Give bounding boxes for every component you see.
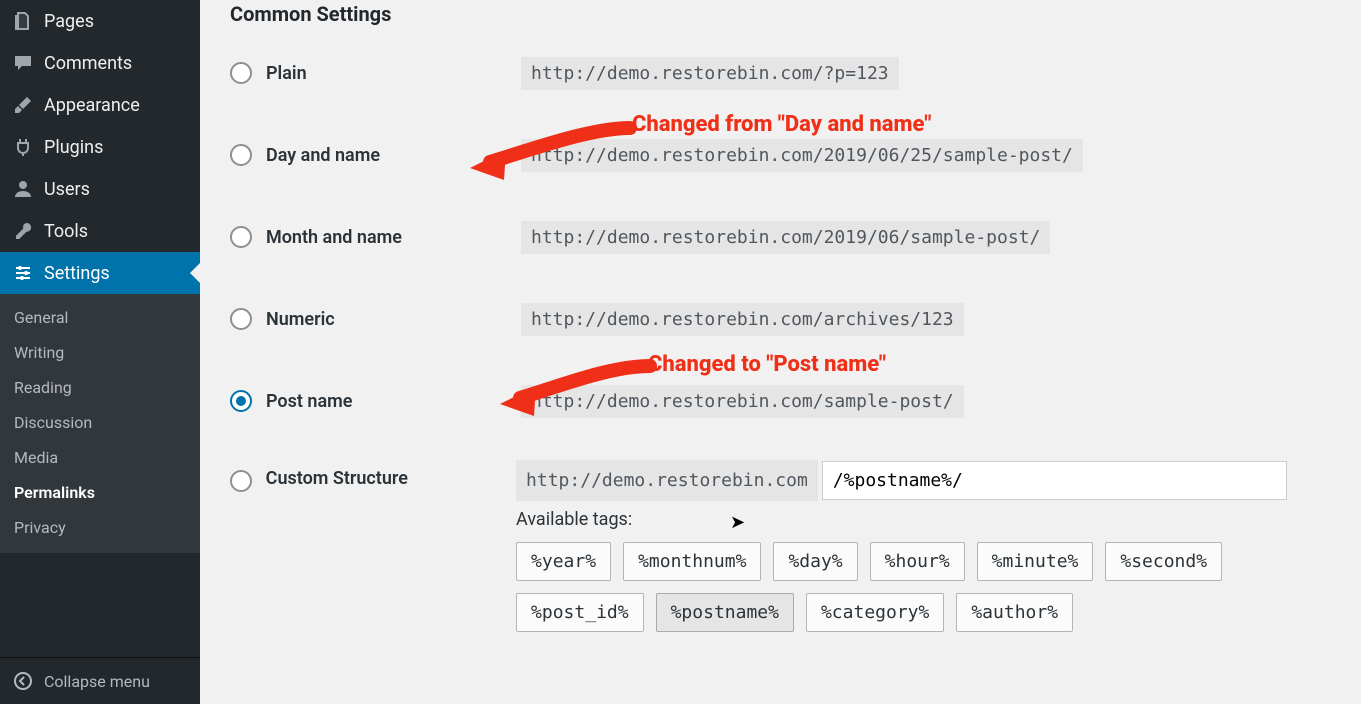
collapse-icon — [12, 670, 34, 692]
custom-structure-block: http://demo.restorebin.com ➤ Available t… — [516, 460, 1331, 632]
example-url: http://demo.restorebin.com/?p=123 — [521, 57, 899, 90]
custom-structure-input[interactable] — [822, 461, 1287, 500]
radio-post-name[interactable] — [230, 390, 252, 412]
comment-icon — [12, 52, 34, 74]
sliders-icon — [12, 262, 34, 284]
tag-postname[interactable]: %postname% — [656, 593, 794, 632]
radio-custom[interactable] — [230, 470, 252, 492]
sidebar-item-label: Pages — [44, 11, 94, 32]
option-label[interactable]: Plain — [266, 63, 521, 84]
main-content: Common Settings Plain http://demo.restor… — [200, 0, 1361, 704]
available-tags: %year% %monthnum% %day% %hour% %minute% … — [516, 542, 1331, 632]
cursor-icon: ➤ — [730, 512, 745, 533]
radio-day-name[interactable] — [230, 144, 252, 166]
submenu-item-writing[interactable]: Writing — [0, 335, 200, 370]
radio-numeric[interactable] — [230, 308, 252, 330]
tag-hour[interactable]: %hour% — [870, 542, 965, 581]
tag-minute[interactable]: %minute% — [977, 542, 1094, 581]
submenu-item-privacy[interactable]: Privacy — [0, 510, 200, 545]
sidebar-item-label: Tools — [44, 221, 88, 242]
submenu-item-media[interactable]: Media — [0, 440, 200, 475]
submenu-item-permalinks[interactable]: Permalinks — [0, 475, 200, 510]
example-url: http://demo.restorebin.com/2019/06/sampl… — [521, 221, 1050, 254]
option-label[interactable]: Custom Structure — [266, 460, 516, 489]
tag-category[interactable]: %category% — [806, 593, 944, 632]
tag-day[interactable]: %day% — [773, 542, 857, 581]
sidebar-item-label: Users — [44, 179, 90, 200]
tag-author[interactable]: %author% — [956, 593, 1073, 632]
pages-icon — [12, 10, 34, 32]
permalink-option-month-name: Month and name http://demo.restorebin.co… — [230, 214, 1331, 260]
collapse-label: Collapse menu — [44, 672, 150, 691]
radio-plain[interactable] — [230, 62, 252, 84]
submenu-item-general[interactable]: General — [0, 300, 200, 335]
user-icon — [12, 178, 34, 200]
permalink-option-numeric: Numeric http://demo.restorebin.com/archi… — [230, 296, 1331, 342]
sidebar-item-appearance[interactable]: Appearance — [0, 84, 200, 126]
example-url: http://demo.restorebin.com/archives/123 — [521, 303, 964, 336]
option-label[interactable]: Post name — [266, 391, 521, 412]
sidebar-item-tools[interactable]: Tools — [0, 210, 200, 252]
tag-post-id[interactable]: %post_id% — [516, 593, 644, 632]
submenu-item-discussion[interactable]: Discussion — [0, 405, 200, 440]
sidebar-item-label: Plugins — [44, 137, 103, 158]
base-url: http://demo.restorebin.com — [516, 460, 818, 501]
sidebar-item-settings[interactable]: Settings — [0, 252, 200, 294]
sidebar-item-users[interactable]: Users — [0, 168, 200, 210]
permalink-option-post-name: Post name http://demo.restorebin.com/sam… — [230, 378, 1331, 424]
sidebar-item-label: Comments — [44, 53, 132, 74]
sidebar-item-label: Settings — [44, 263, 110, 284]
example-url: http://demo.restorebin.com/2019/06/25/sa… — [521, 139, 1083, 172]
custom-url-wrap: http://demo.restorebin.com — [516, 460, 1331, 501]
sidebar-item-label: Appearance — [44, 95, 140, 116]
admin-sidebar: Pages Comments Appearance Plugins Users … — [0, 0, 200, 704]
annotation-to: Changed to "Post name" — [648, 352, 886, 377]
sidebar-item-plugins[interactable]: Plugins — [0, 126, 200, 168]
submenu-item-reading[interactable]: Reading — [0, 370, 200, 405]
wrench-icon — [12, 220, 34, 242]
sidebar-item-pages[interactable]: Pages — [0, 0, 200, 42]
plug-icon — [12, 136, 34, 158]
example-url: http://demo.restorebin.com/sample-post/ — [521, 385, 964, 418]
available-tags-label: Available tags: — [516, 509, 1331, 530]
collapse-menu-button[interactable]: Collapse menu — [0, 657, 200, 704]
option-label[interactable]: Day and name — [266, 145, 521, 166]
tag-year[interactable]: %year% — [516, 542, 611, 581]
tag-second[interactable]: %second% — [1105, 542, 1222, 581]
permalink-option-plain: Plain http://demo.restorebin.com/?p=123 — [230, 50, 1331, 96]
permalink-option-custom: Custom Structure http://demo.restorebin.… — [230, 460, 1331, 632]
option-label[interactable]: Month and name — [266, 227, 521, 248]
tag-monthnum[interactable]: %monthnum% — [623, 542, 761, 581]
section-title: Common Settings — [230, 2, 1331, 26]
sidebar-item-comments[interactable]: Comments — [0, 42, 200, 84]
permalink-option-day-name: Day and name http://demo.restorebin.com/… — [230, 132, 1331, 178]
option-label[interactable]: Numeric — [266, 309, 521, 330]
radio-month-name[interactable] — [230, 226, 252, 248]
settings-submenu: General Writing Reading Discussion Media… — [0, 294, 200, 553]
brush-icon — [12, 94, 34, 116]
